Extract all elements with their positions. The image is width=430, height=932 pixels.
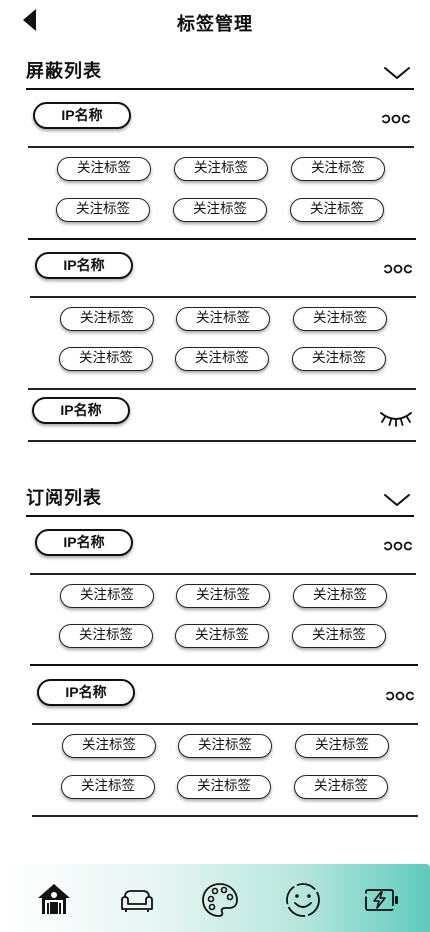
more-button[interactable] <box>384 688 416 702</box>
ip-name-pill[interactable]: IP名称 <box>35 529 133 556</box>
eye-closed-icon <box>380 412 412 427</box>
nav-battery[interactable] <box>362 880 402 920</box>
tag-chip[interactable]: 关注标签 <box>60 584 154 608</box>
home-icon <box>38 884 70 914</box>
tag-chip[interactable]: 关注标签 <box>174 157 268 181</box>
divider <box>26 515 414 517</box>
subscribed-section-title: 订阅列表 <box>26 488 102 509</box>
divider <box>28 238 416 240</box>
divider <box>28 146 414 148</box>
blocked-collapse-button[interactable] <box>382 65 412 85</box>
more-icon <box>384 264 412 274</box>
chevron-down-icon <box>384 67 410 79</box>
tag-chip[interactable]: 关注标签 <box>173 198 267 222</box>
tag-chip[interactable]: 关注标签 <box>293 584 387 608</box>
divider <box>28 388 416 390</box>
tag-chip[interactable]: 关注标签 <box>291 157 385 181</box>
tag-chip[interactable]: 关注标签 <box>290 198 384 222</box>
tag-chip[interactable]: 关注标签 <box>176 307 270 331</box>
tag-chip[interactable]: 关注标签 <box>57 157 151 181</box>
sofa-icon <box>121 890 153 912</box>
nav-smile[interactable] <box>283 880 323 920</box>
bottom-nav <box>0 864 430 932</box>
divider <box>30 296 416 298</box>
divider <box>32 815 418 817</box>
tag-chip[interactable]: 关注标签 <box>61 775 155 799</box>
divider <box>26 88 414 90</box>
smile-icon <box>286 883 320 917</box>
tag-chip[interactable]: 关注标签 <box>293 307 387 331</box>
ip-name-pill[interactable]: IP名称 <box>37 679 135 706</box>
blocked-section-header[interactable]: 屏蔽列表 <box>26 57 414 87</box>
ip-name-pill[interactable]: IP名称 <box>33 102 131 129</box>
tag-chip[interactable]: 关注标签 <box>294 775 388 799</box>
tag-chip[interactable]: 关注标签 <box>295 734 389 758</box>
tag-chip[interactable]: 关注标签 <box>62 734 156 758</box>
palette-icon <box>202 883 238 917</box>
battery-charge-icon <box>365 889 398 911</box>
more-icon <box>386 691 414 701</box>
subscribed-section-header[interactable]: 订阅列表 <box>26 484 414 514</box>
chevron-down-icon <box>384 494 410 506</box>
blocked-section-title: 屏蔽列表 <box>26 61 102 82</box>
visibility-toggle[interactable] <box>379 407 413 429</box>
divider <box>32 723 418 725</box>
divider <box>30 664 418 666</box>
nav-home[interactable] <box>34 880 74 920</box>
divider <box>30 573 416 575</box>
top-bar: 标签管理 <box>0 0 430 44</box>
tag-chip[interactable]: 关注标签 <box>178 734 272 758</box>
tag-chip[interactable]: 关注标签 <box>59 347 153 371</box>
nav-sofa[interactable] <box>117 880 157 920</box>
tag-chip[interactable]: 关注标签 <box>175 624 269 648</box>
ip-name-pill[interactable]: IP名称 <box>32 397 130 424</box>
divider <box>28 440 416 442</box>
tag-chip[interactable]: 关注标签 <box>175 347 269 371</box>
tag-chip[interactable]: 关注标签 <box>56 198 150 222</box>
ip-name-pill[interactable]: IP名称 <box>35 252 133 279</box>
page-title: 标签管理 <box>177 14 253 35</box>
tag-chip[interactable]: 关注标签 <box>176 584 270 608</box>
more-icon <box>382 114 410 124</box>
tag-chip[interactable]: 关注标签 <box>177 775 271 799</box>
subscribed-collapse-button[interactable] <box>382 492 412 512</box>
nav-palette[interactable] <box>200 880 240 920</box>
tag-chip[interactable]: 关注标签 <box>60 307 154 331</box>
more-button[interactable] <box>382 538 414 552</box>
tag-chip[interactable]: 关注标签 <box>292 624 386 648</box>
tag-chip[interactable]: 关注标签 <box>59 624 153 648</box>
tag-chip[interactable]: 关注标签 <box>292 347 386 371</box>
more-icon <box>384 541 412 551</box>
more-button[interactable] <box>380 111 412 125</box>
more-button[interactable] <box>382 261 414 275</box>
